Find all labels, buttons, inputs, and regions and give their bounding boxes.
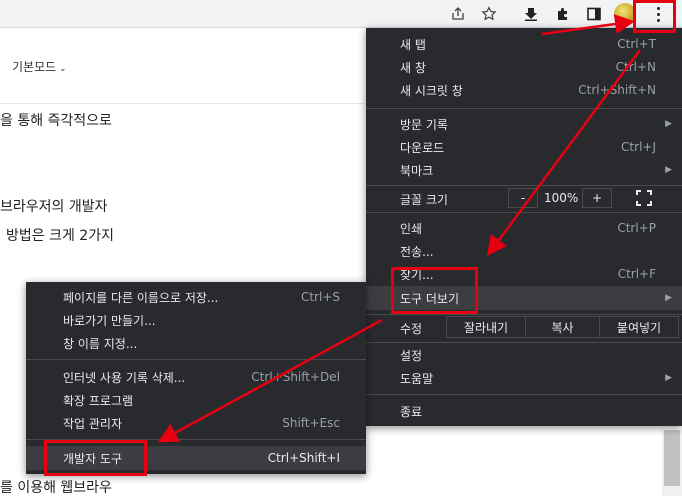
menu-new-window[interactable]: 새 창 Ctrl+N xyxy=(366,56,682,78)
star-icon[interactable] xyxy=(479,4,499,24)
chevron-right-icon: ▶ xyxy=(665,119,672,129)
shortcut-label: Ctrl+N xyxy=(615,60,656,74)
chevron-right-icon: ▶ xyxy=(665,373,672,383)
submenu-extensions[interactable]: 확장 프로그램 xyxy=(26,389,366,411)
submenu-save-page[interactable]: 페이지를 다른 이름으로 저장... Ctrl+S xyxy=(26,286,366,308)
paste-button[interactable]: 붙여넣기 xyxy=(599,316,679,338)
menu-downloads[interactable]: 다운로드 Ctrl+J xyxy=(366,136,682,158)
annotation-box-dev-tools xyxy=(44,440,147,476)
menu-label: 설정 xyxy=(400,348,423,363)
menu-new-tab[interactable]: 새 탭 Ctrl+T xyxy=(366,33,682,55)
cut-button[interactable]: 잘라내기 xyxy=(446,316,526,338)
shortcut-label: Ctrl+Shift+I xyxy=(267,451,340,465)
menu-label: 인쇄 xyxy=(400,221,423,236)
copy-button[interactable]: 복사 xyxy=(525,316,600,338)
menu-label: 작업 관리자 xyxy=(63,416,123,431)
content-line: 방법은 크게 2가지 xyxy=(6,228,114,244)
menu-label: 페이지를 다른 이름으로 저장... xyxy=(63,290,219,305)
submenu-task-manager[interactable]: 작업 관리자 Shift+Esc xyxy=(26,412,366,434)
menu-label: 새 시크릿 창 xyxy=(400,83,463,98)
menu-label: 확장 프로그램 xyxy=(63,393,134,408)
menu-divider xyxy=(366,108,682,109)
menu-bookmarks[interactable]: 북마크 ▶ xyxy=(366,159,682,181)
menu-label: 다운로드 xyxy=(400,140,445,155)
shortcut-label: Ctrl+P xyxy=(617,221,656,235)
menu-label: 글꼴 크기 xyxy=(400,193,448,207)
menu-edit-row: 수정 잘라내기 복사 붙여넣기 xyxy=(366,315,682,339)
fullscreen-icon[interactable] xyxy=(636,190,652,206)
menu-label: 바로가기 만들기... xyxy=(63,313,156,328)
submenu-clear-data[interactable]: 인터넷 사용 기록 삭제... Ctrl+Shift+Del xyxy=(26,366,366,388)
extensions-icon[interactable] xyxy=(553,4,573,24)
content-line: 을 통해 즉각적으로 xyxy=(0,113,112,129)
menu-label: 새 탭 xyxy=(400,37,426,52)
share-icon[interactable] xyxy=(448,4,468,24)
content-line: 브라우저의 개발자 xyxy=(0,199,108,215)
mode-dropdown[interactable]: 기본모드 ⌄ xyxy=(12,58,67,75)
chevron-down-icon: ⌄ xyxy=(56,64,67,74)
chevron-right-icon: ▶ xyxy=(665,165,672,175)
sidepanel-icon[interactable] xyxy=(584,4,604,24)
menu-divider xyxy=(366,212,682,213)
chrome-main-menu: 새 탭 Ctrl+T 새 창 Ctrl+N 새 시크릿 창 Ctrl+Shift… xyxy=(366,28,682,426)
menu-label: 북마크 xyxy=(400,163,434,178)
menu-cast[interactable]: 전송... xyxy=(366,240,682,262)
menu-exit[interactable]: 종료 xyxy=(366,400,682,422)
menu-help[interactable]: 도움말 ▶ xyxy=(366,367,682,389)
submenu-name-window[interactable]: 창 이름 지정... xyxy=(26,332,366,354)
scrollbar-thumb[interactable] xyxy=(664,430,680,486)
chevron-right-icon: ▶ xyxy=(665,293,672,303)
shortcut-label: Ctrl+S xyxy=(300,290,340,304)
zoom-in-button[interactable]: + xyxy=(582,188,612,208)
menu-incognito[interactable]: 새 시크릿 창 Ctrl+Shift+N xyxy=(366,79,682,101)
shortcut-label: Ctrl+T xyxy=(617,37,656,51)
menu-label: 방문 기록 xyxy=(400,117,448,132)
menu-divider xyxy=(366,394,682,395)
download-icon[interactable] xyxy=(521,4,541,24)
annotation-box-more-tools xyxy=(391,267,478,314)
browser-toolbar xyxy=(0,0,682,28)
menu-divider xyxy=(26,359,366,360)
menu-label: 수정 xyxy=(400,322,423,336)
menu-label: 전송... xyxy=(400,244,434,259)
menu-history[interactable]: 방문 기록 ▶ xyxy=(366,113,682,135)
shortcut-label: Ctrl+J xyxy=(621,140,656,154)
shortcut-label: Ctrl+F xyxy=(617,267,656,281)
zoom-out-button[interactable]: - xyxy=(508,188,538,208)
menu-print[interactable]: 인쇄 Ctrl+P xyxy=(366,217,682,239)
shortcut-label: Ctrl+Shift+N xyxy=(578,83,656,97)
menu-zoom-row: 글꼴 크기 - 100% + xyxy=(366,186,682,210)
menu-label: 새 창 xyxy=(400,60,426,75)
shortcut-label: Shift+Esc xyxy=(282,416,340,430)
shortcut-label: Ctrl+Shift+Del xyxy=(251,370,340,384)
zoom-level: 100% xyxy=(544,191,579,205)
menu-label: 창 이름 지정... xyxy=(63,336,138,351)
content-line: 를 이용해 웹브라우 xyxy=(0,480,112,496)
menu-label: 도움말 xyxy=(400,371,434,386)
menu-divider xyxy=(366,342,682,343)
menu-label: 인터넷 사용 기록 삭제... xyxy=(63,370,186,385)
annotation-box-kebab xyxy=(633,0,676,33)
menu-label: 종료 xyxy=(400,404,423,419)
menu-settings[interactable]: 설정 xyxy=(366,344,682,366)
submenu-create-shortcut[interactable]: 바로가기 만들기... xyxy=(26,309,366,331)
